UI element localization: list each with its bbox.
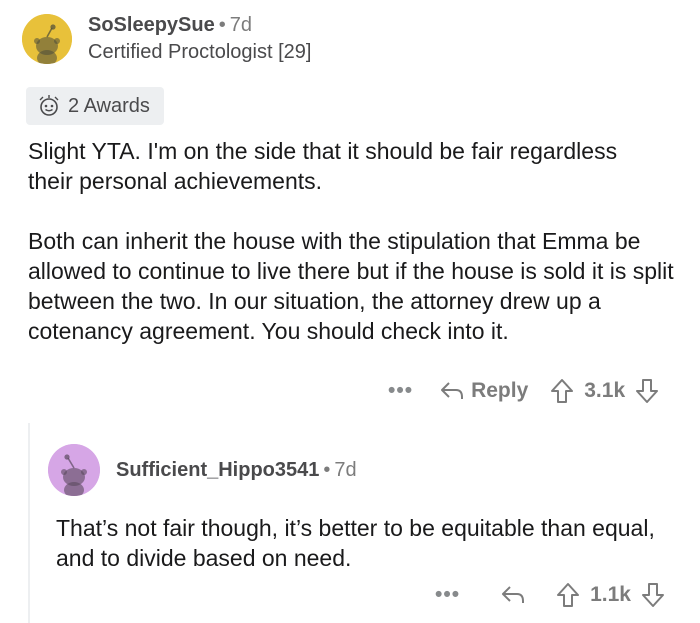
comment-meta: SoSleepySue • 7d: [88, 13, 252, 37]
downvote-icon[interactable]: [635, 378, 659, 404]
vote-score: 1.1k: [590, 583, 631, 606]
reply-arrow-icon: [502, 586, 525, 603]
comment-paragraph: Both can inherit the house with the stip…: [28, 228, 674, 344]
upvote-icon[interactable]: [550, 378, 574, 404]
avatar[interactable]: [22, 14, 72, 64]
comment-meta: Sufficient_Hippo3541 • 7d: [116, 458, 357, 482]
snoo-avatar-icon: [22, 14, 72, 64]
downvote-icon[interactable]: [641, 582, 665, 608]
award-icon: [39, 95, 59, 116]
avatar[interactable]: [48, 444, 100, 496]
reply-button[interactable]: [500, 584, 526, 606]
comment-body: Slight YTA. I'm on the side that it shou…: [28, 136, 678, 346]
reply-label: Reply: [471, 379, 529, 402]
awards-label: 2 Awards: [68, 94, 150, 117]
comment-actions: ••• 1.1k: [435, 582, 665, 608]
reply-button[interactable]: Reply: [439, 379, 528, 403]
snoo-avatar-icon: [48, 444, 100, 496]
more-options-button[interactable]: •••: [388, 379, 413, 403]
vote-group: 3.1k: [550, 378, 659, 404]
username[interactable]: SoSleepySue: [88, 14, 215, 36]
comment-body: That’s not fair though, it’s better to b…: [56, 515, 655, 571]
vote-score: 3.1k: [584, 379, 626, 402]
more-options-button[interactable]: •••: [435, 583, 460, 607]
timestamp: 7d: [229, 14, 252, 36]
awards-badge[interactable]: 2 Awards: [26, 87, 164, 125]
comment-paragraph: Slight YTA. I'm on the side that it shou…: [28, 138, 618, 194]
comment-actions: ••• Reply 3.1k: [388, 378, 659, 404]
reply-arrow-icon: [441, 382, 464, 399]
timestamp: 7d: [334, 459, 357, 481]
separator-dot: •: [323, 459, 331, 481]
vote-group: 1.1k: [556, 582, 665, 608]
username[interactable]: Sufficient_Hippo3541: [116, 459, 319, 481]
separator-dot: •: [218, 14, 226, 36]
user-flair: Certified Proctologist [29]: [88, 41, 312, 63]
thread-line[interactable]: [28, 423, 30, 623]
upvote-icon[interactable]: [556, 582, 580, 608]
